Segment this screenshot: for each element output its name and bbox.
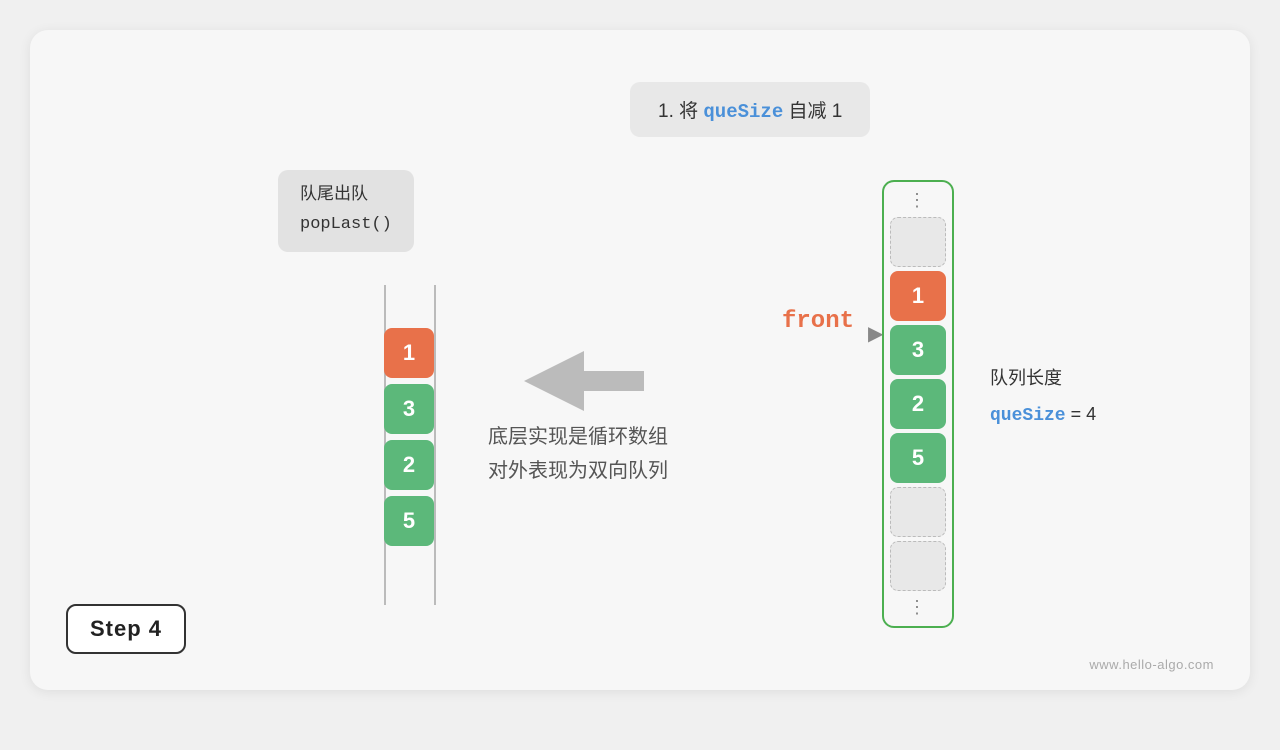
stack-line-right [434, 285, 436, 605]
queue-size-display: queSize = 4 [990, 396, 1096, 434]
watermark: www.hello-algo.com [1089, 657, 1214, 672]
popup-line2: popLast() [300, 211, 392, 240]
step-label: Step 4 [90, 616, 162, 641]
quesize-equals: = 4 [1066, 404, 1097, 424]
middle-line1: 底层实现是循环数组 [488, 420, 668, 454]
annotation-suffix: 自减 1 [783, 101, 842, 122]
front-label: front [782, 308, 854, 335]
watermark-text: www.hello-algo.com [1089, 657, 1214, 672]
front-text: front [782, 308, 854, 335]
annotation-keyword: queSize [703, 101, 783, 123]
annotation-prefix: 1. 将 [658, 101, 703, 122]
stack-cell-1: 1 [384, 328, 434, 378]
stack-cell-3: 3 [384, 384, 434, 434]
middle-text: 底层实现是循环数组 对外表现为双向队列 [488, 420, 668, 488]
right-circular-array: ⋮ 1 3 2 5 ⋮ [882, 180, 954, 628]
bottom-dots: ⋮ [908, 595, 928, 620]
array-cell-5: 5 [890, 433, 946, 483]
stack-cell-5: 5 [384, 496, 434, 546]
left-arrow-icon [524, 346, 644, 421]
array-cell-1: 1 [890, 271, 946, 321]
annotation-box: 1. 将 queSize 自减 1 [630, 82, 870, 137]
array-cell-2: 2 [890, 379, 946, 429]
stack-cell-2: 2 [384, 440, 434, 490]
quesize-keyword: queSize [990, 406, 1066, 426]
step-badge: Step 4 [66, 604, 186, 654]
main-card: 1. 将 queSize 自减 1 队尾出队 popLast() 1 3 2 5… [30, 30, 1250, 690]
popup-label: 队尾出队 popLast() [278, 170, 414, 252]
popup-line1: 队尾出队 [300, 182, 392, 211]
left-stack: 1 3 2 5 [384, 328, 434, 546]
queue-length-label: 队列长度 [990, 360, 1096, 396]
array-cell-empty-bot [890, 541, 946, 591]
array-cell-empty-top [890, 217, 946, 267]
top-dots: ⋮ [908, 188, 928, 213]
middle-line2: 对外表现为双向队列 [488, 454, 668, 488]
queue-info: 队列长度 queSize = 4 [990, 360, 1096, 434]
array-cell-3: 3 [890, 325, 946, 375]
array-cell-empty-mid [890, 487, 946, 537]
